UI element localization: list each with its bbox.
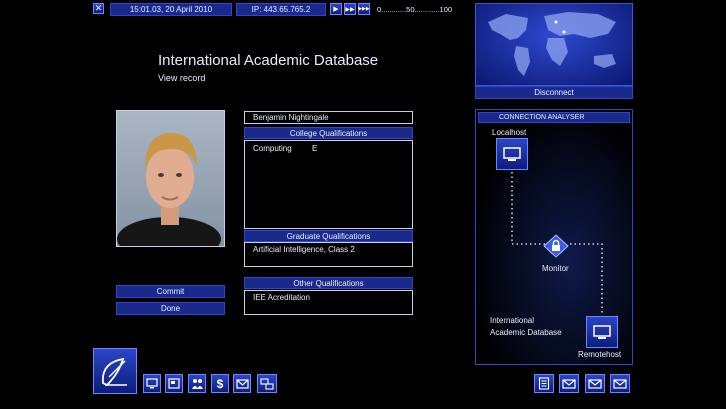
datetime-display: 15:01.03, 20 April 2010 [110,3,232,16]
college-qualifications-field[interactable]: Computing E [244,140,413,229]
person-photo [116,110,225,247]
fastest-icon[interactable]: ▶▶▶ [358,3,370,15]
notes-icon[interactable] [534,374,554,393]
college-grade: E [312,144,318,153]
graduate-qualifications-header: Graduate Qualifications [244,230,413,242]
page-subtitle: View record [158,73,206,83]
ip-display: IP: 443.65.765.2 [236,3,326,16]
software-icon[interactable] [165,374,183,393]
satellite-dish-icon[interactable] [93,348,137,394]
target-label-line2: Academic Database [490,328,562,337]
name-value: Benjamin Nightingale [253,113,329,122]
people-icon[interactable] [188,374,206,393]
localhost-label: Localhost [492,128,527,137]
name-field[interactable]: Benjamin Nightingale [244,111,413,124]
computer-icon[interactable] [143,374,161,393]
email-icon[interactable] [585,374,605,393]
remotehost-label: Remotehost [578,350,622,359]
other-value: IEE Acreditation [253,293,310,302]
college-subject: Computing [253,144,292,153]
mail-icon[interactable] [233,374,251,393]
other-qualifications-header: Other Qualifications [244,277,413,289]
done-button[interactable]: Done [116,302,225,315]
fast-forward-icon[interactable]: ▶▶ [344,3,356,15]
monitor-label: Monitor [542,264,569,273]
localhost-computer-icon[interactable] [496,138,528,170]
commit-button[interactable]: Commit [116,285,225,298]
monitor-lock-icon[interactable] [542,234,570,258]
other-qualifications-field[interactable]: IEE Acreditation [244,290,413,315]
world-map[interactable] [475,3,633,86]
college-qualifications-header: College Qualifications [244,127,413,139]
target-label-line1: International [490,316,535,325]
graduate-value: Artificial Intelligence, Class 2 [253,245,355,254]
page-title: International Academic Database [158,52,379,69]
graduate-qualifications-field[interactable]: Artificial Intelligence, Class 2 [244,242,413,267]
play-icon[interactable]: ▶ [330,3,342,15]
disconnect-button[interactable]: Disconnect [475,86,633,99]
finance-icon[interactable]: $ [211,374,229,393]
email-icon[interactable] [610,374,630,393]
speed-scale: 0............50............100 [377,5,453,14]
email-icon[interactable] [559,374,579,393]
close-icon[interactable]: ✕ [93,3,104,14]
system-icon[interactable] [257,374,277,393]
connection-analyser-panel: CONNECTION ANALYSER Localhost Monitor In… [475,109,633,365]
remotehost-computer-icon[interactable] [586,316,618,348]
